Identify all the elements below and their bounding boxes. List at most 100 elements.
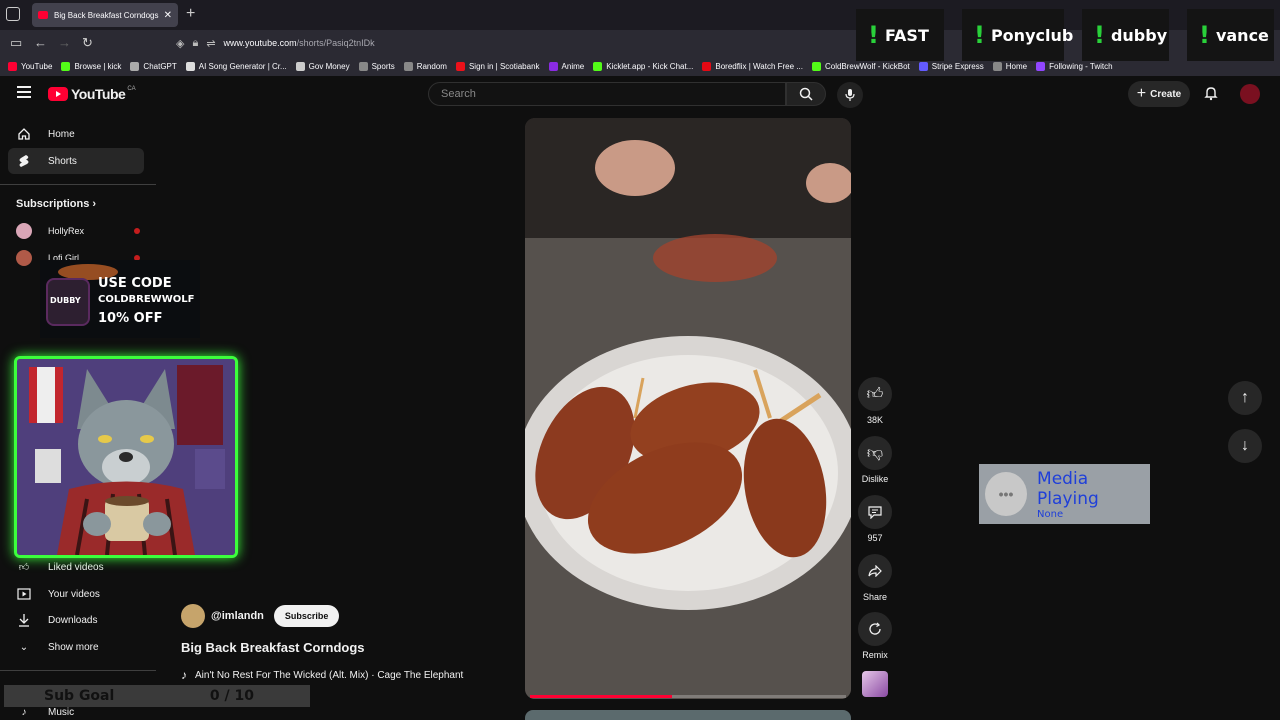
dislike-action[interactable]: 👎︎ Dislike xyxy=(858,436,892,484)
remix-action[interactable]: Remix xyxy=(858,612,892,660)
sidebar-toggle-icon[interactable]: ▭ xyxy=(10,35,22,51)
bookmark-item[interactable]: Following - Twitch xyxy=(1036,61,1113,71)
subscribe-button[interactable]: Subscribe xyxy=(273,605,340,627)
bookmark-label: Stripe Express xyxy=(931,61,984,71)
sidebar-item-your-videos[interactable]: Your videos xyxy=(8,581,144,607)
url-bar[interactable]: ◈ 🔒︎ ⇌ www.youtube.com/shorts/Pasiq2tnID… xyxy=(176,33,896,53)
tab-list-icon[interactable] xyxy=(6,7,20,21)
url-path: /shorts/Pasiq2tnIDk xyxy=(296,38,375,48)
thumbs-down-icon: 👎︎ xyxy=(866,444,884,462)
sound-thumbnail[interactable] xyxy=(862,671,888,697)
bookmark-label: YouTube xyxy=(21,61,53,71)
bookmark-label: Following - Twitch xyxy=(1049,61,1113,71)
bookmark-item[interactable]: Kicklet.app - Kick Chat... xyxy=(593,61,693,71)
can-label: DUBBY xyxy=(50,296,81,305)
channel-name[interactable]: @imlandn xyxy=(211,610,264,622)
subscriptions-heading[interactable]: Subscriptions › xyxy=(16,198,96,210)
bookmark-item[interactable]: Sign in | Scotiabank xyxy=(455,61,540,71)
video-frame-image xyxy=(525,118,851,699)
reload-icon[interactable]: ↻ xyxy=(82,35,93,51)
bookmark-item[interactable]: AI Song Generator | Cr... xyxy=(185,61,287,71)
comments-button[interactable] xyxy=(858,495,892,529)
sidebar-item-label: Downloads xyxy=(48,614,98,626)
account-avatar[interactable] xyxy=(1240,84,1260,104)
bookmark-item[interactable]: Stripe Express xyxy=(918,61,984,71)
stream-badge: ! FAST xyxy=(856,9,944,61)
bookmark-item[interactable]: Random xyxy=(403,61,447,71)
chevron-down-icon: ⌄ xyxy=(19,641,29,653)
lock-icon: 🔒︎ xyxy=(192,36,199,49)
video-progress-bar[interactable] xyxy=(530,695,846,698)
shorts-video-player[interactable] xyxy=(525,118,851,699)
shield-icon: ◈ xyxy=(176,37,185,50)
bookmark-item[interactable]: Sports xyxy=(358,61,395,71)
bookmark-item[interactable]: YouTube xyxy=(8,61,53,71)
bookmark-item[interactable]: Browse | kick xyxy=(61,61,122,71)
previous-short-button[interactable]: ↑ xyxy=(1228,381,1262,415)
short-title: Big Back Breakfast Corndogs xyxy=(181,640,365,655)
bookmark-item[interactable]: Boredflix | Watch Free ... xyxy=(702,61,803,71)
sidebar-item-home[interactable]: Home xyxy=(8,121,144,147)
share-button[interactable] xyxy=(858,554,892,588)
promo-line: COLDBREWWOLF xyxy=(98,294,195,305)
bookmark-label: ColdBrewWolf - KickBot xyxy=(824,61,910,71)
close-tab-icon[interactable]: ✕ xyxy=(164,10,172,21)
bookmark-label: ChatGPT xyxy=(143,61,177,71)
youtube-logo[interactable]: YouTube CA xyxy=(48,86,136,102)
arrow-down-icon: ↓ xyxy=(1241,437,1249,454)
sub-goal-value: 0 / 10 xyxy=(209,688,254,704)
bookmark-label: Browse | kick xyxy=(74,61,122,71)
bookmark-item[interactable]: Home xyxy=(992,61,1027,71)
youtube-play-icon xyxy=(48,87,68,101)
like-count: 38K xyxy=(866,415,883,425)
browser-tab[interactable]: Big Back Breakfast Corndogs - Y ✕ xyxy=(32,3,178,27)
music-note-icon: ♪ xyxy=(181,668,187,682)
country-code: CA xyxy=(127,86,136,92)
thumbs-up-icon: 👍︎ xyxy=(18,562,30,573)
chevron-right-icon: › xyxy=(92,198,97,210)
channel-avatar[interactable] xyxy=(181,604,205,628)
music-icon: ♪ xyxy=(21,706,27,718)
bookmark-item[interactable]: ColdBrewWolf - KickBot xyxy=(811,61,910,71)
forward-icon[interactable]: → xyxy=(58,35,71,51)
menu-icon[interactable] xyxy=(17,86,31,100)
media-dots-icon: ••• xyxy=(985,472,1028,516)
voice-search-button[interactable] xyxy=(837,82,863,108)
remix-button[interactable] xyxy=(858,612,892,646)
subscription-item[interactable]: HollyRex xyxy=(16,223,140,239)
next-short-preview[interactable] xyxy=(525,710,851,720)
bookmark-favicon-icon xyxy=(403,61,413,71)
notifications-bell-icon[interactable] xyxy=(1203,85,1219,106)
sidebar-item-shorts[interactable]: Shorts xyxy=(8,148,144,174)
back-icon[interactable]: ← xyxy=(34,35,47,51)
bookmark-favicon-icon xyxy=(702,61,712,71)
sidebar-item-show-more[interactable]: ⌄ Show more xyxy=(8,634,144,660)
bookmark-label: Sign in | Scotiabank xyxy=(468,61,540,71)
search-button[interactable] xyxy=(786,82,826,106)
share-action[interactable]: Share xyxy=(858,554,892,602)
download-icon xyxy=(16,613,32,627)
new-tab-icon[interactable]: + xyxy=(186,5,195,23)
short-song[interactable]: ♪ Ain't No Rest For The Wicked (Alt. Mix… xyxy=(181,668,463,682)
sidebar-item-downloads[interactable]: Downloads xyxy=(8,607,144,633)
promo-line: USE CODE xyxy=(98,276,172,291)
short-channel-row: @imlandn Subscribe xyxy=(181,604,340,628)
bookmark-favicon-icon xyxy=(1036,61,1046,71)
search-input[interactable]: Search xyxy=(428,82,786,106)
bookmark-item[interactable]: Gov Money xyxy=(295,61,350,71)
bookmark-label: AI Song Generator | Cr... xyxy=(198,61,287,71)
bookmark-favicon-icon xyxy=(593,61,603,71)
create-button[interactable]: + Create xyxy=(1128,81,1190,107)
permissions-icon: ⇌ xyxy=(206,37,216,50)
next-short-button[interactable]: ↓ xyxy=(1228,429,1262,463)
like-action[interactable]: 👍︎ 38K xyxy=(858,377,892,425)
like-button[interactable]: 👍︎ xyxy=(858,377,892,411)
bookmark-label: Gov Money xyxy=(308,61,350,71)
bookmark-item[interactable]: ChatGPT xyxy=(130,61,177,71)
comments-action[interactable]: 957 xyxy=(858,495,892,543)
dislike-button[interactable]: 👎︎ xyxy=(858,436,892,470)
bookmark-item[interactable]: Anime xyxy=(548,61,584,71)
dislike-label: Dislike xyxy=(861,474,889,484)
sub-goal-label: Sub Goal xyxy=(44,688,115,704)
bookmark-favicon-icon xyxy=(61,61,71,71)
